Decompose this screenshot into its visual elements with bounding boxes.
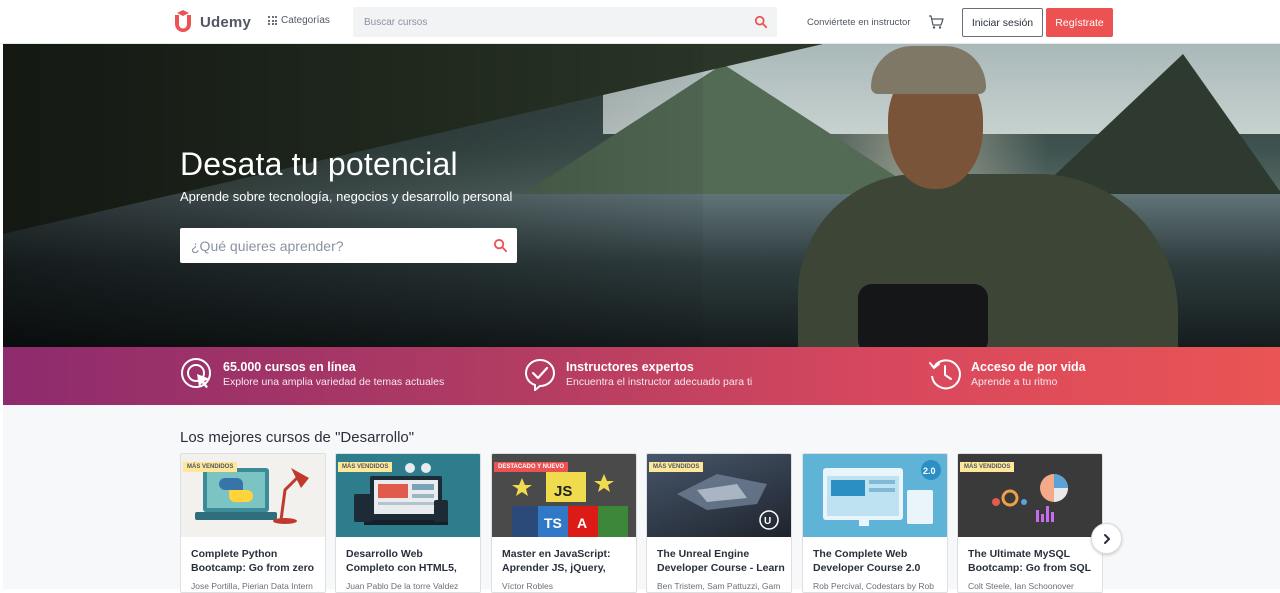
clock-history-icon [929,359,961,390]
featured-new-badge: DESTACADO Y NUEVO [494,462,569,472]
course-title: Desarrollo Web Completo con HTML5, CSS3,… [346,548,457,574]
course-title: Master en JavaScript: Aprender JS, jQuer… [502,548,611,574]
svg-text:TS: TS [544,515,562,531]
course-card[interactable]: 2.0 The Complete Web Developer Course 2.… [802,453,948,593]
course-author: Juan Pablo De la torre Valdez [346,581,459,591]
badge-check-icon [524,358,556,391]
feature-instructors: Instructores expertos Encuentra el instr… [523,357,752,391]
course-card[interactable]: DESTACADO Y NUEVO JS TS A Master en Java… [491,453,637,593]
bestseller-badge: MÁS VENDIDOS [183,462,238,472]
categories-menu[interactable]: Categorías [268,15,330,26]
bestseller-badge: MÁS VENDIDOS [649,462,704,472]
search-icon[interactable] [754,15,768,29]
feature-title: Instructores expertos [566,360,694,374]
target-cursor-icon [181,358,211,388]
course-card[interactable]: MÁS VENDIDOS Complete Python Bootcamp: G… [180,453,326,593]
section-title: Los mejores cursos de "Desarrollo" [180,429,415,446]
feature-title: 65.000 cursos en línea [223,360,356,374]
course-thumbnail: DESTACADO Y NUEVO JS TS A [492,454,636,537]
udemy-logo-icon [175,10,191,32]
feature-lifetime-access: Acceso de por vida Aprende a tu ritmo [928,357,1086,391]
course-title: Complete Python Bootcamp: Go from zero [191,548,315,574]
chevron-right-icon [1103,533,1110,544]
hero-title: Desata tu potencial [180,146,458,182]
cart-icon[interactable] [928,14,944,30]
course-card[interactable]: MÁS VENDIDOS The Ultimate MySQL Bootcamp… [957,453,1103,593]
course-author: Colt Steele, Ian Schoonover [968,581,1074,591]
course-thumbnail: MÁS VENDIDOS [181,454,325,537]
grid-icon [268,16,277,25]
hero-camera [858,284,988,347]
become-instructor-link[interactable]: Conviértete en instructor [807,17,911,28]
web-developer-illustration: 2.0 [823,460,941,526]
categories-label: Categorías [281,15,330,26]
course-author: Víctor Robles [502,581,554,591]
udemy-logo[interactable]: Udemy [172,10,251,34]
signup-button[interactable]: Regístrate [1046,8,1113,37]
login-button[interactable]: Iniciar sesión [962,8,1043,37]
svg-text:U: U [764,516,771,527]
carousel-next-button[interactable] [1091,523,1122,554]
course-thumbnail: MÁS VENDIDOS [958,454,1102,537]
courses-section: Los mejores cursos de "Desarrollo" MÁS V… [3,405,1280,593]
course-author: Jose Portilla, Pierian Data Intern [191,581,313,591]
course-title: The Complete Web Developer Course 2.0 [813,548,921,574]
course-title: The Unreal Engine Developer Course - Lea… [657,548,785,574]
bestseller-badge: MÁS VENDIDOS [338,462,393,472]
svg-text:JS: JS [554,483,572,500]
course-author: Rob Percival, Codestars by Rob [813,581,934,591]
feature-courses: 65.000 cursos en línea Explore una ampli… [180,357,444,391]
svg-text:A: A [577,515,587,531]
course-card[interactable]: MÁS VENDIDOS U The Unreal Engine Develop… [646,453,792,593]
course-author: Ben Tristem, Sam Pattuzzi, Gam [657,581,781,591]
search-icon[interactable] [493,238,508,253]
hero-person-cap [871,46,986,94]
feature-description: Aprende a tu ritmo [971,376,1058,388]
value-props-strip: 65.000 cursos en línea Explore una ampli… [3,347,1280,405]
brand-name: Udemy [200,13,252,31]
course-thumbnail: MÁS VENDIDOS [336,454,480,537]
svg-text:2.0: 2.0 [923,466,936,476]
hero-subtitle: Aprende sobre tecnología, negocios y des… [180,189,513,204]
hero-search [180,228,517,263]
hero-banner: Desata tu potencial Aprende sobre tecnol… [3,44,1280,347]
bestseller-badge: MÁS VENDIDOS [960,462,1015,472]
header-search-input[interactable] [354,8,744,36]
course-title: The Ultimate MySQL Bootcamp: Go from SQL [968,548,1092,574]
feature-title: Acceso de por vida [971,360,1086,374]
course-thumbnail: 2.0 [803,454,947,537]
course-card[interactable]: MÁS VENDIDOS Desarrollo Web Completo con… [335,453,481,593]
feature-description: Explore una amplia variedad de temas act… [223,376,445,388]
feature-description: Encuentra el instructor adecuado para ti [566,376,753,388]
course-thumbnail: MÁS VENDIDOS U [647,454,791,537]
hero-search-input[interactable] [180,228,480,263]
top-navbar: Udemy Categorías Conviértete en instruct… [0,0,1280,44]
header-search [353,7,777,37]
